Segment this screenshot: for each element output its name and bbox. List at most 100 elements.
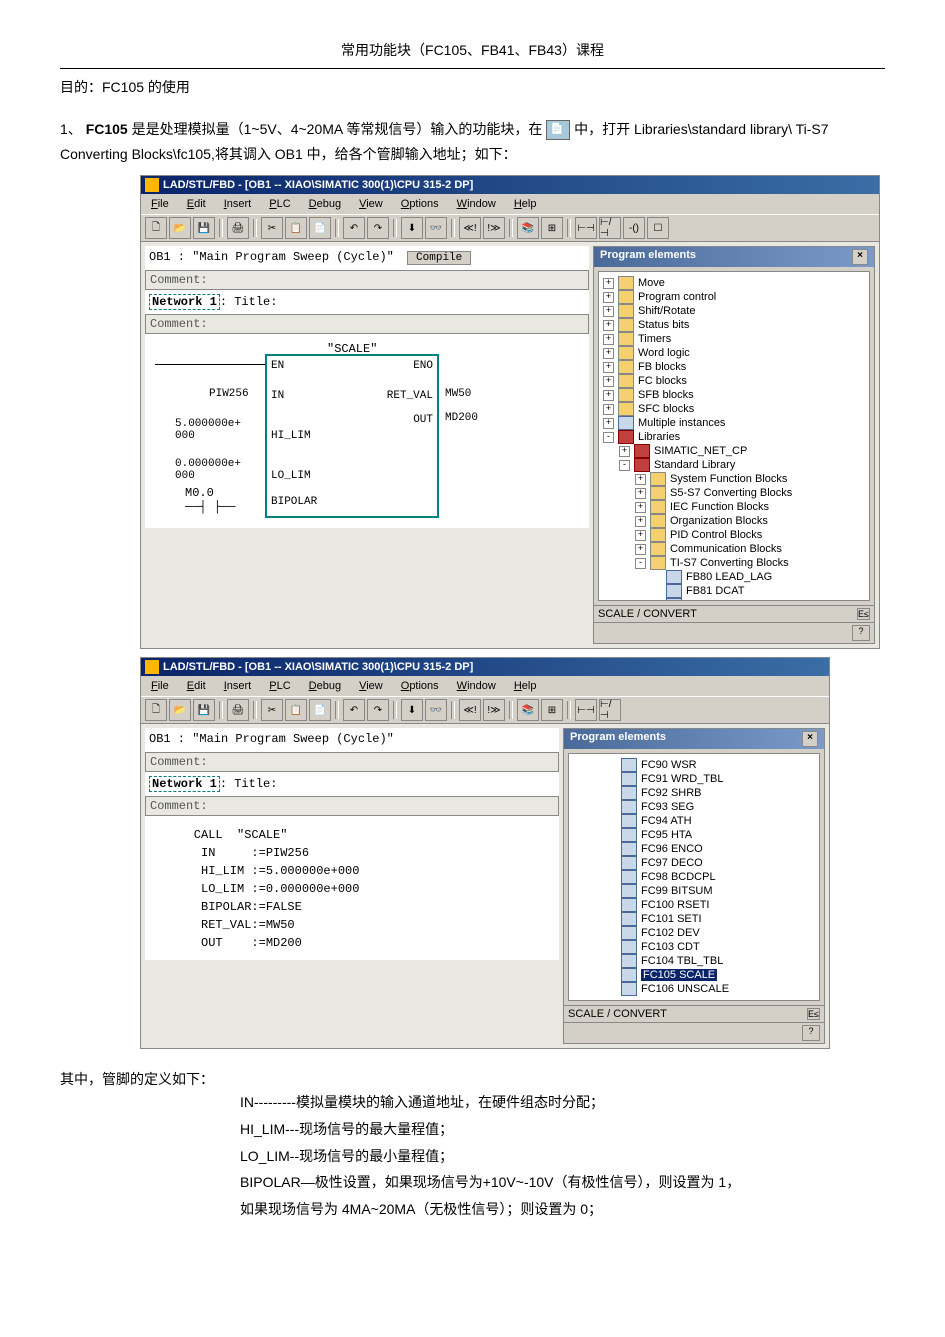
- open-button[interactable]: 📂: [169, 699, 191, 721]
- tree-expand-icon[interactable]: +: [603, 390, 614, 401]
- tree-item[interactable]: FC99 BITSUM: [571, 884, 817, 898]
- menubar[interactable]: FileEditInsertPLCDebugViewOptionsWindowH…: [141, 676, 829, 696]
- tree-item[interactable]: -TI-S7 Converting Blocks: [601, 556, 867, 570]
- close-icon[interactable]: ×: [802, 731, 818, 747]
- scale-block[interactable]: "SCALE" EN IN HI_LIM LO_LIM BIPOLAR ENO …: [265, 354, 439, 518]
- tree-item[interactable]: +SFB blocks: [601, 388, 867, 402]
- tree-item[interactable]: +Word logic: [601, 346, 867, 360]
- network-label[interactable]: Network 1: [149, 776, 220, 792]
- tree-item[interactable]: FC106 UNSCALE: [571, 982, 817, 996]
- help-button[interactable]: ?: [852, 625, 870, 641]
- tree-expand-icon[interactable]: +: [603, 376, 614, 387]
- coil-button[interactable]: ⊢/⊣: [599, 699, 621, 721]
- undo-button[interactable]: ↶: [343, 217, 365, 239]
- toolbar[interactable]: 🗋 📂 💾 🖨 ✂ 📋 📄 ↶ ↷ ⬇ 👓 ≪! !≫ 📚 ⊞ ⊢⊣ ⊢/⊣ -…: [141, 214, 879, 242]
- network-comment[interactable]: Comment:: [145, 796, 559, 816]
- save-button[interactable]: 💾: [193, 217, 215, 239]
- tree-item[interactable]: FC96 ENCO: [571, 842, 817, 856]
- tree-item[interactable]: FC102 DEV: [571, 926, 817, 940]
- catalog-button[interactable]: 📚: [517, 217, 539, 239]
- expand-button[interactable]: E≤: [807, 1008, 820, 1020]
- tree-expand-icon[interactable]: -: [603, 432, 614, 443]
- tree-expand-icon[interactable]: +: [603, 404, 614, 415]
- menu-edit[interactable]: Edit: [179, 196, 214, 212]
- tree-item[interactable]: +Timers: [601, 332, 867, 346]
- goto-button[interactable]: ≪!: [459, 217, 481, 239]
- tree-expand-icon[interactable]: +: [603, 292, 614, 303]
- redo-button[interactable]: ↷: [367, 699, 389, 721]
- tree-item[interactable]: FC92 SHRB: [571, 786, 817, 800]
- expand-button[interactable]: E≤: [857, 608, 870, 620]
- elements-button[interactable]: ⊞: [541, 699, 563, 721]
- menu-edit[interactable]: Edit: [179, 678, 214, 694]
- tree-expand-icon[interactable]: +: [619, 446, 630, 457]
- tree-item[interactable]: +Multiple instances: [601, 416, 867, 430]
- menu-debug[interactable]: Debug: [301, 678, 349, 694]
- elements-button[interactable]: ⊞: [541, 217, 563, 239]
- menu-plc[interactable]: PLC: [261, 196, 298, 212]
- coil-button[interactable]: ⊢/⊣: [599, 217, 621, 239]
- menu-window[interactable]: Window: [449, 678, 504, 694]
- network-comment[interactable]: Comment:: [145, 314, 589, 334]
- monitor-button[interactable]: 👓: [425, 699, 447, 721]
- element-tree[interactable]: +Move+Program control+Shift/Rotate+Statu…: [598, 271, 870, 601]
- menu-plc[interactable]: PLC: [261, 678, 298, 694]
- ob-comment[interactable]: Comment:: [145, 752, 559, 772]
- toolbar[interactable]: 🗋 📂 💾 🖨 ✂ 📋 📄 ↶ ↷ ⬇ 👓 ≪! !≫ 📚 ⊞ ⊢⊣ ⊢/⊣: [141, 696, 829, 724]
- tree-item[interactable]: FC104 TBL_TBL: [571, 954, 817, 968]
- download-button[interactable]: ⬇: [401, 217, 423, 239]
- paste-button[interactable]: 📄: [309, 217, 331, 239]
- contact-button[interactable]: ⊢⊣: [575, 699, 597, 721]
- element-tree[interactable]: FC90 WSRFC91 WRD_TBLFC92 SHRBFC93 SEGFC9…: [568, 753, 820, 1001]
- tree-expand-icon[interactable]: +: [635, 516, 646, 527]
- tree-item[interactable]: FB81 DCAT: [601, 584, 867, 598]
- paste-button[interactable]: 📄: [309, 699, 331, 721]
- copy-button[interactable]: 📋: [285, 217, 307, 239]
- network-label[interactable]: Network 1: [149, 294, 220, 310]
- tree-item[interactable]: FC105 SCALE: [571, 968, 817, 982]
- tree-expand-icon[interactable]: +: [635, 502, 646, 513]
- tree-expand-icon[interactable]: +: [603, 278, 614, 289]
- tree-expand-icon[interactable]: +: [603, 418, 614, 429]
- tree-expand-icon[interactable]: +: [603, 362, 614, 373]
- tree-expand-icon[interactable]: +: [603, 348, 614, 359]
- goto-button[interactable]: ≪!: [459, 699, 481, 721]
- tree-item[interactable]: +System Function Blocks: [601, 472, 867, 486]
- tree-expand-icon[interactable]: -: [635, 558, 646, 569]
- catalog-button[interactable]: 📚: [517, 699, 539, 721]
- tree-item[interactable]: +Organization Blocks: [601, 514, 867, 528]
- tree-item[interactable]: FC100 RSETI: [571, 898, 817, 912]
- goto-button[interactable]: !≫: [483, 217, 505, 239]
- tree-expand-icon[interactable]: +: [603, 306, 614, 317]
- close-icon[interactable]: ×: [852, 249, 868, 265]
- menu-debug[interactable]: Debug: [301, 196, 349, 212]
- tree-item[interactable]: -Libraries: [601, 430, 867, 444]
- open-button[interactable]: 📂: [169, 217, 191, 239]
- tree-item[interactable]: +Status bits: [601, 318, 867, 332]
- menu-options[interactable]: Options: [393, 196, 447, 212]
- copy-button[interactable]: 📋: [285, 699, 307, 721]
- ob-comment[interactable]: Comment:: [145, 270, 589, 290]
- stl-code[interactable]: CALL "SCALE" IN :=PIW256 HI_LIM :=5.0000…: [145, 818, 559, 960]
- tree-expand-icon[interactable]: +: [635, 544, 646, 555]
- menu-insert[interactable]: Insert: [216, 196, 260, 212]
- tree-item[interactable]: FC103 CDT: [571, 940, 817, 954]
- tree-item[interactable]: FC93 SEG: [571, 800, 817, 814]
- menubar[interactable]: FileEditInsertPLCDebugViewOptionsWindowH…: [141, 194, 879, 214]
- new-button[interactable]: 🗋: [145, 217, 167, 239]
- menu-help[interactable]: Help: [506, 678, 545, 694]
- tree-item[interactable]: FC97 DECO: [571, 856, 817, 870]
- tree-item[interactable]: FC90 WSR: [571, 758, 817, 772]
- redo-button[interactable]: ↷: [367, 217, 389, 239]
- tree-item[interactable]: FB82 MCAT: [601, 598, 867, 601]
- tree-item[interactable]: FB80 LEAD_LAG: [601, 570, 867, 584]
- tree-item[interactable]: +PID Control Blocks: [601, 528, 867, 542]
- contact-button[interactable]: ⊢⊣: [575, 217, 597, 239]
- tree-item[interactable]: +Program control: [601, 290, 867, 304]
- new-button[interactable]: 🗋: [145, 699, 167, 721]
- menu-options[interactable]: Options: [393, 678, 447, 694]
- download-button[interactable]: ⬇: [401, 699, 423, 721]
- tree-item[interactable]: -Standard Library: [601, 458, 867, 472]
- tree-item[interactable]: +SIMATIC_NET_CP: [601, 444, 867, 458]
- help-button[interactable]: ?: [802, 1025, 820, 1041]
